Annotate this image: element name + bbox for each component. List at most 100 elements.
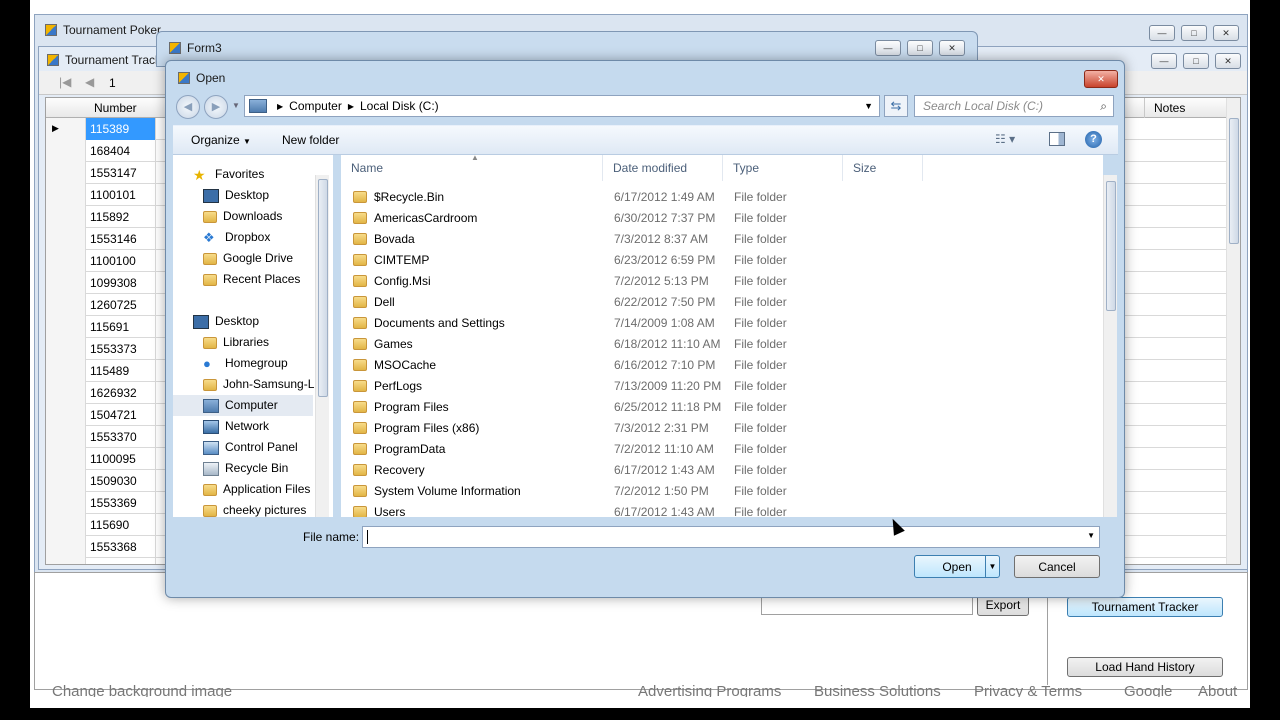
nav-desktop[interactable]: Desktop [193, 311, 259, 332]
maximize-icon[interactable]: □ [1183, 53, 1209, 69]
file-row[interactable]: Bovada 7/3/2012 8:37 AM File folder [341, 229, 1081, 250]
nav-recent-places[interactable]: Recent Places [203, 269, 300, 290]
file-row[interactable]: Program Files (x86) 7/3/2012 2:31 PM File … [341, 418, 1081, 439]
cell-number[interactable]: 1553369 [86, 492, 156, 514]
row-selector[interactable] [46, 360, 86, 382]
row-selector[interactable] [46, 250, 86, 272]
cell-number[interactable]: 1099308 [86, 272, 156, 294]
file-row[interactable]: Documents and Settings 7/14/2009 1:08 AM F… [341, 313, 1081, 334]
row-selector[interactable] [46, 206, 86, 228]
nav-google-drive[interactable]: Google Drive [203, 248, 293, 269]
file-row[interactable]: PerfLogs 7/13/2009 11:20 PM File folder [341, 376, 1081, 397]
file-scroll-thumb[interactable] [1106, 181, 1116, 311]
nav-downloads[interactable]: Downloads [203, 206, 282, 227]
cell-number[interactable]: 115489 [86, 360, 156, 382]
pager-value[interactable]: 1 [109, 76, 116, 90]
close-icon[interactable]: ✕ [1213, 25, 1239, 41]
prev-page-icon[interactable]: ◀ [85, 75, 94, 89]
breadcrumb-local-disk[interactable]: Local Disk (C:) [360, 99, 439, 113]
col-type-header[interactable]: Type [723, 155, 843, 181]
cell-number[interactable]: 1553368 [86, 536, 156, 558]
export-path-field[interactable] [761, 595, 973, 615]
file-row[interactable]: Games 6/18/2012 11:10 AM File folder [341, 334, 1081, 355]
file-row[interactable]: Recovery 6/17/2012 1:43 AM File folder [341, 460, 1081, 481]
row-selector[interactable] [46, 404, 86, 426]
row-selector[interactable] [46, 514, 86, 536]
close-icon[interactable]: ✕ [1084, 70, 1118, 88]
row-selector[interactable]: ▶ [46, 118, 86, 140]
close-icon[interactable]: ✕ [1215, 53, 1241, 69]
row-selector[interactable] [46, 558, 86, 564]
nav-dropbox[interactable]: ❖ Dropbox [203, 227, 270, 248]
help-icon[interactable]: ? [1085, 131, 1102, 148]
cell-number[interactable]: 1553147 [86, 162, 156, 184]
footer-link-google[interactable]: Google [1124, 683, 1172, 697]
nav-fav-desktop[interactable]: Desktop [203, 185, 269, 206]
cell-number[interactable]: 115389 [86, 118, 156, 140]
file-scrollbar[interactable] [1103, 175, 1117, 517]
footer-link-advertising[interactable]: Advertising Programs [638, 683, 781, 697]
address-bar[interactable]: ▶ Computer ▶ Local Disk (C:) ▼ [244, 95, 880, 117]
grid-scroll-thumb[interactable] [1229, 118, 1239, 244]
cell-number[interactable]: 1100091 [86, 558, 156, 564]
footer-link-privacy[interactable]: Privacy & Terms [974, 683, 1082, 697]
address-dropdown-icon[interactable]: ▼ [864, 101, 873, 111]
col-notes-header[interactable]: Notes [1154, 101, 1185, 115]
nav-computer[interactable]: Computer [173, 395, 313, 416]
file-row[interactable]: Users 6/17/2012 1:43 AM File folder [341, 502, 1081, 517]
nav-control-panel[interactable]: Control Panel [203, 437, 298, 458]
nav-homegroup[interactable]: ● Homegroup [203, 353, 288, 374]
file-row[interactable]: System Volume Information 7/2/2012 1:50 P… [341, 481, 1081, 502]
close-icon[interactable]: ✕ [939, 40, 965, 56]
cell-number[interactable]: 115892 [86, 206, 156, 228]
row-selector[interactable] [46, 448, 86, 470]
file-row[interactable]: ProgramData 7/2/2012 11:10 AM File folder [341, 439, 1081, 460]
preview-pane-icon[interactable] [1049, 132, 1065, 146]
nav-favorites[interactable]: ★ Favorites [193, 164, 264, 185]
file-row[interactable]: Dell 6/22/2012 7:50 PM File folder [341, 292, 1081, 313]
row-selector[interactable] [46, 338, 86, 360]
nav-scroll-thumb[interactable] [318, 179, 328, 397]
row-selector[interactable] [46, 162, 86, 184]
tournament-tracker-button[interactable]: Tournament Tracker [1067, 597, 1223, 617]
file-row[interactable]: Program Files 6/25/2012 11:18 PM File fold… [341, 397, 1081, 418]
col-number-header[interactable]: Number [94, 101, 137, 115]
cancel-button[interactable]: Cancel [1014, 555, 1100, 578]
footer-left-link[interactable]: Change background image [52, 683, 232, 697]
cell-number[interactable]: 115691 [86, 316, 156, 338]
row-selector[interactable] [46, 140, 86, 162]
nav-cheeky-pictures[interactable]: cheeky pictures [203, 500, 306, 517]
minimize-icon[interactable]: — [1151, 53, 1177, 69]
row-selector[interactable] [46, 272, 86, 294]
col-date-header[interactable]: Date modified [603, 155, 723, 181]
file-row[interactable]: AmericasCardroom 6/30/2012 7:37 PM File fo… [341, 208, 1081, 229]
refresh-icon[interactable]: ⇆ [884, 95, 908, 117]
row-selector[interactable] [46, 426, 86, 448]
nav-user[interactable]: John-Samsung-L [203, 374, 314, 395]
nav-application-files[interactable]: Application Files [203, 479, 310, 500]
cell-number[interactable]: 1100101 [86, 184, 156, 206]
cell-number[interactable]: 168404 [86, 140, 156, 162]
back-icon[interactable]: ◀ [176, 95, 200, 119]
file-row[interactable]: MSOCache 6/16/2012 7:10 PM File folder [341, 355, 1081, 376]
row-selector[interactable] [46, 294, 86, 316]
file-row[interactable]: $Recycle.Bin 6/17/2012 1:49 AM File folder [341, 187, 1081, 208]
grid-scrollbar[interactable] [1226, 98, 1240, 564]
open-button[interactable]: Open ▼ [914, 555, 1000, 578]
search-input[interactable]: Search Local Disk (C:) ⌕ [914, 95, 1114, 117]
row-selector[interactable] [46, 316, 86, 338]
cell-number[interactable]: 115690 [86, 514, 156, 536]
footer-link-about[interactable]: About [1198, 683, 1237, 697]
file-name-dropdown-icon[interactable]: ▼ [1087, 531, 1095, 540]
maximize-icon[interactable]: □ [1181, 25, 1207, 41]
cell-number[interactable]: 1553373 [86, 338, 156, 360]
breadcrumb-computer[interactable]: Computer [289, 99, 342, 113]
row-selector[interactable] [46, 470, 86, 492]
cell-number[interactable]: 1553146 [86, 228, 156, 250]
cell-number[interactable]: 1509030 [86, 470, 156, 492]
row-selector[interactable] [46, 382, 86, 404]
nav-network[interactable]: Network [203, 416, 269, 437]
organize-button[interactable]: Organize ▼ [191, 133, 251, 147]
row-selector[interactable] [46, 492, 86, 514]
cell-number[interactable]: 1260725 [86, 294, 156, 316]
